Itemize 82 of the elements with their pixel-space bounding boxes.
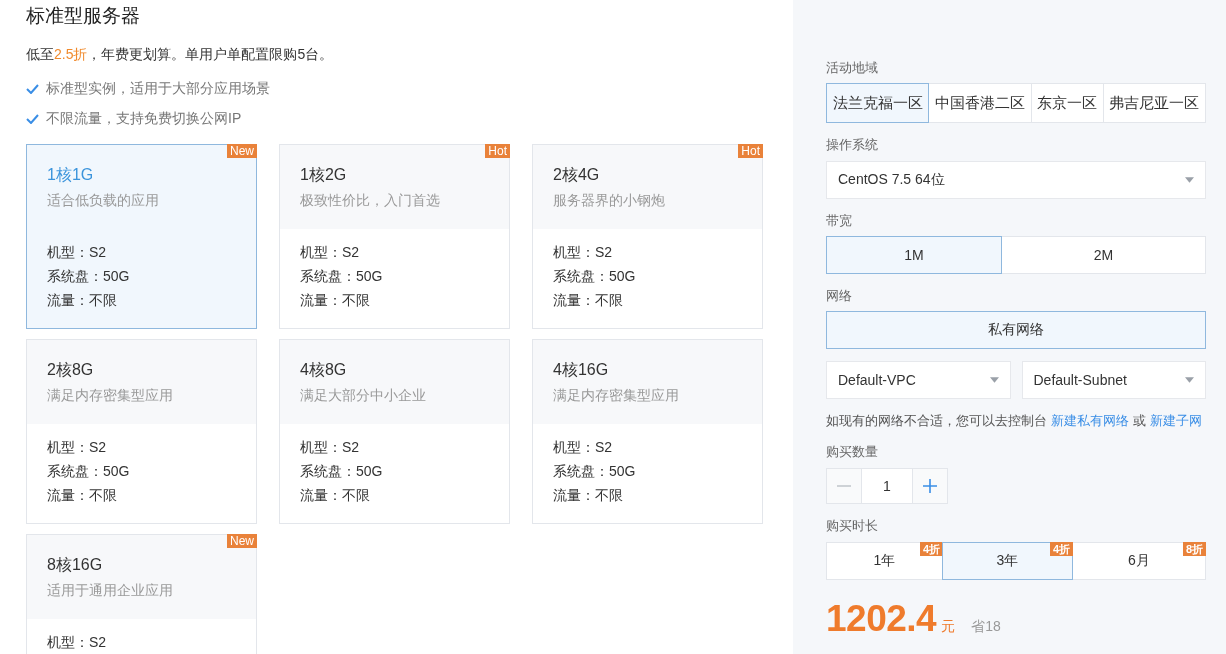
promo-text: 低至2.5折，年费更划算。单用户单配置限购5台。 <box>26 45 335 64</box>
field-label: 购买数量 <box>826 443 879 461</box>
plan-card[interactable]: 4核8G 满足大部分中小企业 机型：S2 系统盘：50G 流量：不限 <box>279 339 510 524</box>
plan-name: 1核2G <box>300 165 348 185</box>
plan-spec: 机型：S2 <box>47 633 107 652</box>
plan-spec: 流量：不限 <box>47 486 117 505</box>
feature-text: 不限流量，支持免费切换公网IP <box>46 110 242 128</box>
plan-description: 适用于通用企业应用 <box>47 581 174 600</box>
plan-name: 2核8G <box>47 360 95 380</box>
plan-badge: New <box>227 534 257 548</box>
plan-spec: 机型：S2 <box>553 438 613 457</box>
plan-badge: Hot <box>738 144 763 158</box>
plan-card[interactable]: 2核4G 服务器界的小钢炮 机型：S2 系统盘：50G 流量：不限 Hot <box>532 144 763 329</box>
discount-badge: 4折 <box>1049 542 1073 556</box>
plan-name: 4核8G <box>300 360 348 380</box>
plan-name: 1核1G <box>47 165 95 185</box>
plan-card[interactable]: 2核8G 满足内存密集型应用 机型：S2 系统盘：50G 流量：不限 <box>26 339 257 524</box>
duration-option[interactable]: 1年 4折 <box>826 542 943 580</box>
plan-card[interactable]: 1核1G 适合低负载的应用 机型：S2 系统盘：50G 流量：不限 New <box>26 144 257 329</box>
plan-spec: 机型：S2 <box>47 438 107 457</box>
duration-option[interactable]: 3年 4折 <box>942 542 1073 580</box>
region-option[interactable]: 中国香港二区 <box>928 83 1032 123</box>
plan-spec: 流量：不限 <box>300 291 370 310</box>
plan-spec: 流量：不限 <box>553 291 623 310</box>
increment-button[interactable] <box>912 468 948 504</box>
plan-spec: 机型：S2 <box>553 243 613 262</box>
plan-spec: 系统盘：50G <box>553 267 636 286</box>
network-hint: 如现有的网络不合适，您可以去控制台 新建私有网络 或 新建子网 <box>826 412 1203 430</box>
region-option[interactable]: 弗吉尼亚一区 <box>1102 83 1206 123</box>
check-icon <box>26 114 39 124</box>
plan-description: 极致性价比，入门首选 <box>300 191 441 210</box>
field-label: 网络 <box>826 287 853 305</box>
caret-icon <box>989 377 999 383</box>
plus-icon <box>923 479 937 493</box>
feature-text: 标准型实例，适用于大部分应用场景 <box>46 80 270 98</box>
discount-badge: 4折 <box>919 542 943 556</box>
price-unit: 元 <box>941 618 956 636</box>
bandwidth-option[interactable]: 1M <box>826 236 1002 274</box>
plan-description: 满足内存密集型应用 <box>553 386 680 405</box>
field-label: 活动地域 <box>826 59 879 77</box>
plan-spec: 机型：S2 <box>47 243 107 262</box>
plan-spec: 系统盘：50G <box>47 267 130 286</box>
field-label: 购买时长 <box>826 517 879 535</box>
network-option[interactable]: 私有网络 <box>826 311 1206 349</box>
plan-spec: 系统盘：50G <box>300 267 383 286</box>
field-label: 带宽 <box>826 212 853 230</box>
plan-spec: 系统盘：50G <box>47 462 130 481</box>
caret-icon <box>1185 377 1194 383</box>
plan-spec: 系统盘：50G <box>300 462 383 481</box>
plan-description: 满足内存密集型应用 <box>47 386 174 405</box>
quantity-field[interactable]: 1 <box>862 468 912 504</box>
plan-description: 适合低负载的应用 <box>47 191 160 210</box>
discount-badge: 8折 <box>1182 542 1206 556</box>
plan-badge: New <box>227 144 257 158</box>
plan-name: 4核16G <box>553 360 610 380</box>
plan-card[interactable]: 1核2G 极致性价比，入门首选 机型：S2 系统盘：50G 流量：不限 Hot <box>279 144 510 329</box>
plan-name: 2核4G <box>553 165 601 185</box>
plan-card[interactable]: 4核16G 满足内存密集型应用 机型：S2 系统盘：50G 流量：不限 <box>532 339 763 524</box>
plan-name: 8核16G <box>47 555 104 575</box>
caret-icon <box>1185 177 1194 183</box>
plan-spec: 流量：不限 <box>47 291 117 310</box>
check-icon <box>26 84 39 94</box>
plan-spec: 系统盘：50G <box>553 462 636 481</box>
plan-spec: 机型：S2 <box>300 438 360 457</box>
price-amount: 1202.4 <box>826 597 937 641</box>
savings-text: 省18 <box>971 618 1001 636</box>
region-option[interactable]: 东京一区 <box>1030 83 1104 123</box>
bandwidth-option[interactable]: 2M <box>1001 236 1206 274</box>
plan-card[interactable]: 8核16G 适用于通用企业应用 机型：S2 New <box>26 534 257 654</box>
os-select[interactable]: CentOS 7.5 64位 <box>826 161 1206 199</box>
field-label: 操作系统 <box>826 136 879 154</box>
plan-description: 满足大部分中小企业 <box>300 386 427 405</box>
duration-option[interactable]: 6月 8折 <box>1072 542 1206 580</box>
plan-spec: 流量：不限 <box>553 486 623 505</box>
subnet-select[interactable]: Default-Subnet <box>1021 361 1206 399</box>
plan-spec: 流量：不限 <box>300 486 370 505</box>
region-option[interactable]: 法兰克福一区 <box>826 83 930 123</box>
plan-description: 服务器界的小钢炮 <box>553 191 666 210</box>
plan-badge: Hot <box>485 144 510 158</box>
plan-spec: 机型：S2 <box>300 243 360 262</box>
vpc-select[interactable]: Default-VPC <box>826 361 1011 399</box>
page-title: 标准型服务器 <box>26 4 141 28</box>
